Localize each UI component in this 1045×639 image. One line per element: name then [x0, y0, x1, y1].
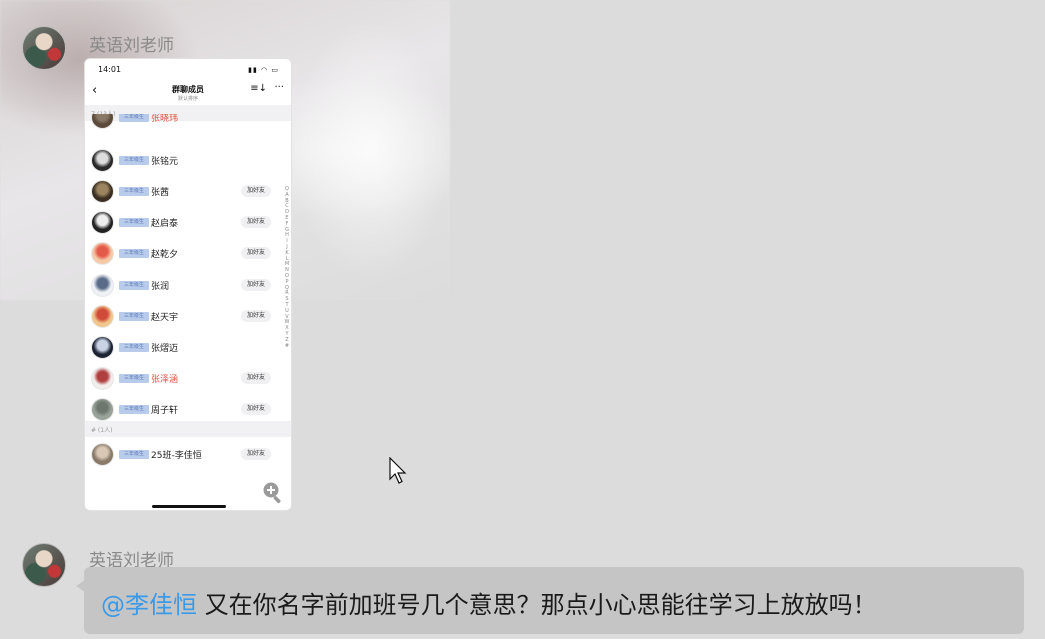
- home-indicator: [152, 505, 226, 508]
- member-avatar: [91, 443, 114, 466]
- member-role-badge: 三年级生: [119, 404, 149, 414]
- index-letter[interactable]: #: [283, 343, 291, 350]
- member-row[interactable]: 三年级生 25班-李佳恒 加好友: [85, 439, 271, 470]
- member-name: 赵天宇: [151, 312, 179, 323]
- member-name: 周子轩: [151, 405, 179, 416]
- message-text: 又在你名字前加班号几个意思？那点小心思能往学习上放放吗！: [197, 591, 877, 619]
- member-name: 张茜: [151, 188, 170, 199]
- member-name: 张熠迈: [151, 343, 179, 354]
- member-role-badge: 三年级生: [119, 218, 149, 228]
- member-row[interactable]: 三年级生 赵启泰 加好友: [85, 207, 271, 238]
- add-friend-button[interactable]: 加好友: [241, 278, 271, 291]
- member-role-badge: 三年级生: [119, 187, 149, 197]
- member-role-badge: 三年级生: [119, 450, 149, 459]
- member-avatar: [91, 242, 114, 266]
- sender-name: 英语刘老师: [89, 36, 174, 56]
- member-row[interactable]: 三年级生 赵天宇 加好友: [85, 301, 271, 332]
- section-header: # (1人): [85, 421, 291, 437]
- member-row[interactable]: 三年级生 张茜 加好友: [85, 176, 271, 207]
- background-glow: [290, 20, 450, 280]
- status-bar: 14:01 ▮▮ ◠ ▭: [85, 59, 291, 81]
- member-name: 赵乾夕: [151, 250, 179, 261]
- sort-icon: ≡↓: [250, 83, 267, 94]
- add-friend-button[interactable]: 加好友: [241, 371, 271, 384]
- add-friend-button[interactable]: 加好友: [241, 185, 271, 198]
- alphabet-index: Q A B C D E F G H I J K L M N O P Q R S T U V W X Y Z #: [283, 186, 291, 350]
- member-name: 张泽涵: [151, 374, 179, 385]
- sender-avatar[interactable]: [22, 26, 66, 70]
- member-name: 25班-李佳恒: [151, 451, 202, 461]
- add-friend-button[interactable]: 加好友: [241, 247, 271, 260]
- member-avatar: [91, 273, 114, 297]
- member-role-badge: 三年级生: [119, 156, 149, 166]
- member-avatar: [91, 397, 114, 421]
- member-avatar: [91, 304, 114, 328]
- nav-subtitle: 默认排序: [177, 96, 198, 102]
- add-friend-button[interactable]: 加好友: [241, 402, 271, 415]
- add-friend-button[interactable]: 加好友: [241, 309, 271, 322]
- member-role-badge: 三年级生: [119, 342, 149, 352]
- member-role-badge: 三年级生: [119, 373, 149, 383]
- member-avatar: [91, 149, 114, 173]
- status-icons: ▮▮ ◠ ▭: [248, 66, 279, 74]
- nav-bar: ‹ 群聊成员 默认排序 ≡↓ ···: [85, 81, 291, 103]
- add-friend-button[interactable]: 加好友: [241, 216, 271, 229]
- member-avatar: [91, 180, 114, 204]
- member-row[interactable]: 三年级生 张熠迈: [85, 332, 265, 363]
- mouse-cursor-icon: [389, 457, 407, 484]
- member-name: 张铭元: [151, 157, 179, 168]
- member-role-badge: 三年级生: [119, 311, 149, 321]
- member-name: 赵启泰: [151, 219, 179, 230]
- member-role-badge: 三年级生: [119, 249, 149, 259]
- image-message-screenshot[interactable]: 14:01 ▮▮ ◠ ▭ ‹ 群聊成员 默认排序 ≡↓ ··· Z (13人)三…: [84, 58, 292, 511]
- member-row[interactable]: 三年级生 张铭元: [85, 145, 265, 176]
- member-avatar: [91, 366, 114, 390]
- sender-avatar[interactable]: [22, 543, 66, 587]
- status-time: 14:01: [98, 65, 122, 74]
- member-row[interactable]: 三年级生 张润 加好友: [85, 270, 271, 301]
- zoom-in-icon: [263, 482, 281, 504]
- text-message-bubble[interactable]: @李佳恒 又在你名字前加班号几个意思？那点小心思能往学习上放放吗！: [84, 567, 1024, 634]
- mention-link[interactable]: @李佳恒: [101, 591, 197, 619]
- more-icon: ···: [274, 82, 284, 93]
- member-role-badge: 三年级生: [119, 280, 149, 290]
- member-avatar: [91, 211, 114, 235]
- member-name: 张润: [151, 281, 170, 292]
- member-row[interactable]: 三年级生 赵乾夕 加好友: [85, 238, 271, 269]
- member-avatar: [91, 335, 114, 359]
- member-row[interactable]: 三年级生 张泽涵 加好友: [85, 363, 271, 394]
- member-role-badge: 三年级生: [119, 114, 149, 122]
- add-friend-button[interactable]: 加好友: [241, 448, 271, 460]
